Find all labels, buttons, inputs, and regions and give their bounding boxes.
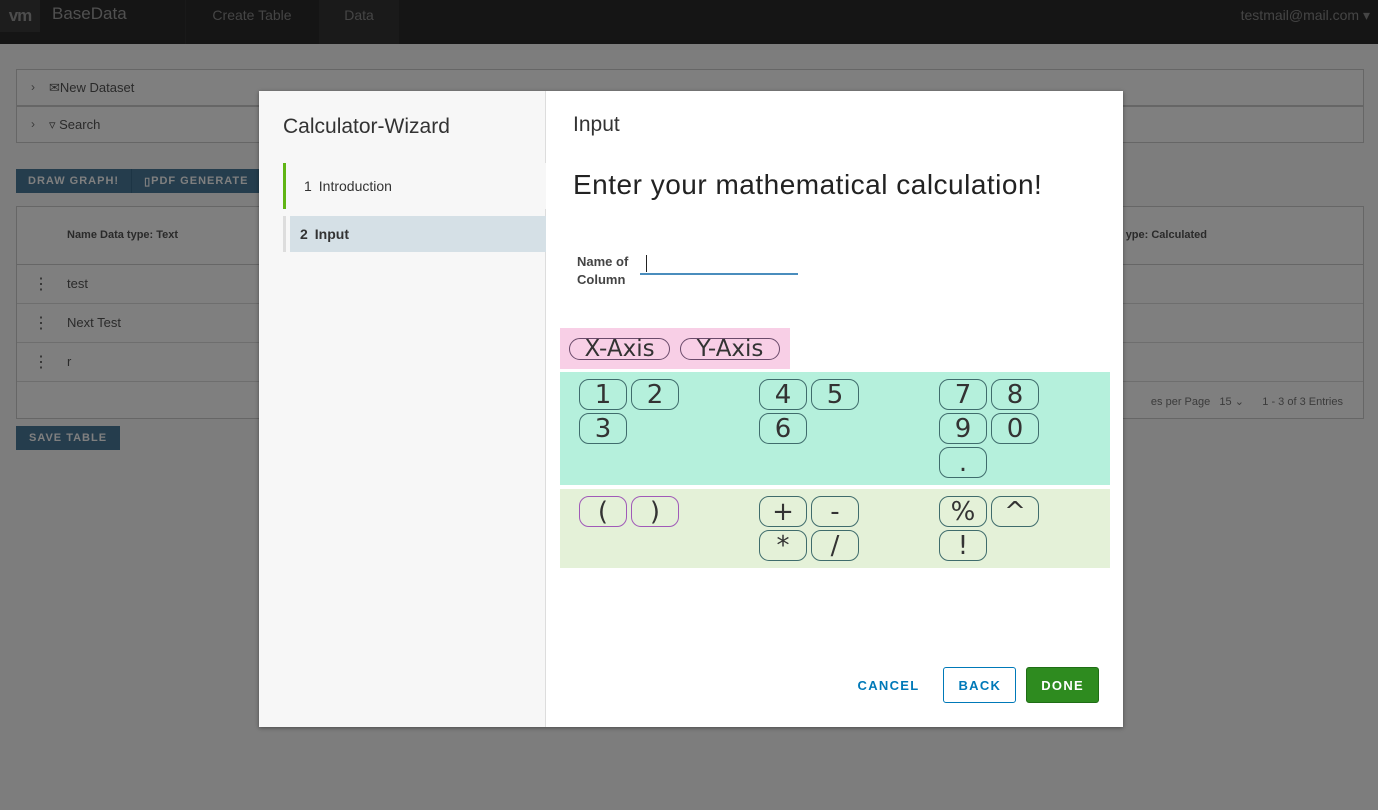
number-pad: 1 2 3 4 5 6 7 8 9 0 . bbox=[560, 372, 1110, 485]
step-input[interactable]: 2 Input bbox=[283, 216, 546, 252]
wizard-title: Calculator-Wizard bbox=[283, 115, 450, 138]
key-open-paren[interactable]: ( bbox=[579, 496, 627, 527]
step-introduction[interactable]: 1 Introduction bbox=[283, 163, 546, 209]
y-axis-button[interactable]: Y-Axis bbox=[680, 336, 780, 362]
cancel-button[interactable]: CANCEL bbox=[844, 667, 934, 703]
key-power[interactable]: ^ bbox=[991, 496, 1039, 527]
x-axis-button[interactable]: X-Axis bbox=[569, 336, 670, 362]
special-group: % ^ ! bbox=[939, 496, 1049, 561]
key-3[interactable]: 3 bbox=[579, 413, 627, 444]
key-factorial[interactable]: ! bbox=[939, 530, 987, 561]
operator-pad: ( ) + - * / % ^ ! bbox=[560, 489, 1110, 568]
key-4[interactable]: 4 bbox=[759, 379, 807, 410]
key-percent[interactable]: % bbox=[939, 496, 987, 527]
number-group-3: 7 8 9 0 . bbox=[939, 379, 1049, 478]
axis-buttons: X-Axis Y-Axis bbox=[560, 328, 790, 369]
calculator-wizard-modal: Calculator-Wizard 1 Introduction 2 Input… bbox=[259, 91, 1123, 727]
page-title: Input bbox=[573, 113, 620, 136]
number-group-2: 4 5 6 bbox=[759, 379, 869, 444]
key-0[interactable]: 0 bbox=[991, 413, 1039, 444]
key-multiply[interactable]: * bbox=[759, 530, 807, 561]
key-5[interactable]: 5 bbox=[811, 379, 859, 410]
key-8[interactable]: 8 bbox=[991, 379, 1039, 410]
wizard-sidebar: Calculator-Wizard 1 Introduction 2 Input bbox=[259, 91, 546, 727]
text-cursor bbox=[646, 255, 647, 272]
key-9[interactable]: 9 bbox=[939, 413, 987, 444]
key-plus[interactable]: + bbox=[759, 496, 807, 527]
wizard-content: Input Enter your mathematical calculatio… bbox=[547, 91, 1123, 727]
key-decimal[interactable]: . bbox=[939, 447, 987, 478]
column-name-input[interactable] bbox=[640, 251, 798, 275]
key-1[interactable]: 1 bbox=[579, 379, 627, 410]
key-7[interactable]: 7 bbox=[939, 379, 987, 410]
back-button[interactable]: BACK bbox=[943, 667, 1017, 703]
key-close-paren[interactable]: ) bbox=[631, 496, 679, 527]
key-2[interactable]: 2 bbox=[631, 379, 679, 410]
paren-group: ( ) bbox=[579, 496, 689, 527]
number-group-1: 1 2 3 bbox=[579, 379, 689, 444]
arith-group: + - * / bbox=[759, 496, 869, 561]
key-divide[interactable]: / bbox=[811, 530, 859, 561]
instruction-heading: Enter your mathematical calculation! bbox=[573, 169, 1043, 200]
wizard-footer: CANCEL BACK DONE bbox=[844, 667, 1099, 703]
key-minus[interactable]: - bbox=[811, 496, 859, 527]
key-6[interactable]: 6 bbox=[759, 413, 807, 444]
name-of-column-label: Name of Column bbox=[577, 254, 629, 287]
done-button[interactable]: DONE bbox=[1026, 667, 1099, 703]
